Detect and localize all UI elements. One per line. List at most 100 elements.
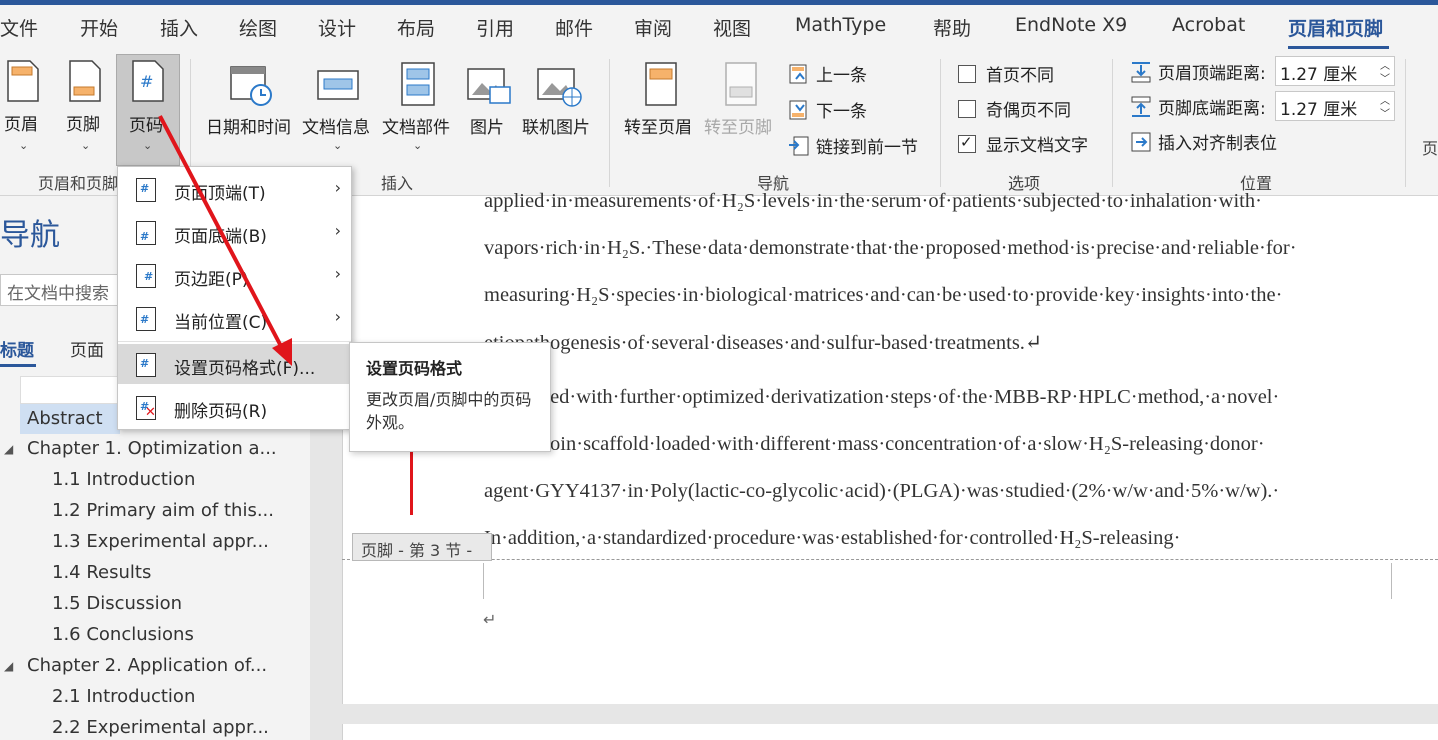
previous-button[interactable]: 上一条	[788, 61, 867, 86]
search-input[interactable]: 在文档中搜索	[0, 274, 120, 306]
chevron-down-icon: ⌄	[81, 139, 91, 152]
cut-off-group-label: 页	[1422, 139, 1438, 158]
doc-parts-icon	[401, 62, 435, 106]
collapse-triangle-icon[interactable]: ◢	[4, 442, 13, 456]
tab-mathtype[interactable]: MathType	[795, 14, 886, 36]
online-picture-button[interactable]: 联机图片	[520, 57, 596, 138]
blank-heading-slot	[20, 376, 122, 404]
next-document-page	[342, 724, 1438, 740]
tab-references[interactable]: 引用	[476, 14, 514, 41]
goto-footer-button[interactable]: 转至页脚	[702, 57, 780, 138]
menu-item-page-margins[interactable]: # 页边距(P) ›	[118, 255, 351, 295]
doc-parts-label: 文档部件	[382, 118, 450, 138]
group-label-header-footer: 页眉和页脚	[38, 174, 119, 193]
tab-header-footer[interactable]: 页眉和页脚	[1288, 14, 1383, 41]
headings-tab-underline	[0, 364, 36, 367]
margin-mark	[483, 563, 484, 599]
active-tab-underline	[1288, 46, 1389, 49]
nav-item-1-2[interactable]: 1.2 Primary aim of this...	[52, 500, 274, 521]
nav-item-1-3[interactable]: 1.3 Experimental appr...	[52, 531, 269, 552]
menu-item-label: 当前位置(C)	[174, 313, 268, 333]
online-picture-label: 联机图片	[522, 118, 590, 138]
nav-item-chapter2[interactable]: Chapter 2. Application of...	[27, 655, 267, 676]
page-number-dropdown-menu: # 页面顶端(T) › # 页面底端(B) › # 页边距(P) › # 当前位…	[117, 166, 352, 430]
nav-item-2-1[interactable]: 2.1 Introduction	[52, 686, 195, 707]
different-first-page-checkbox[interactable]: 首页不同	[958, 61, 1054, 86]
header-top-distance-label: 页眉顶端距离:	[1158, 64, 1266, 84]
arrow-up-icon	[789, 64, 807, 83]
menu-item-format-page-numbers[interactable]: # 设置页码格式(F)...	[118, 344, 351, 384]
doc-text-line: measuring·H₂S·species·in·biological·matr…	[484, 284, 1283, 306]
chevron-right-icon: ›	[334, 178, 341, 197]
menu-item-current-position[interactable]: # 当前位置(C) ›	[118, 298, 351, 338]
header-button[interactable]: 页眉 ⌄	[0, 57, 50, 157]
nav-item-chapter1[interactable]: Chapter 1. Optimization a...	[27, 438, 277, 459]
insert-alignment-tab-button[interactable]: 插入对齐制表位	[1130, 129, 1277, 154]
checkbox[interactable]	[958, 99, 976, 118]
footer-bottom-distance-input[interactable]: 1.27 厘米 ︿ ﹀	[1275, 91, 1395, 121]
tab-draw[interactable]: 绘图	[239, 14, 277, 41]
nav-item-1-6[interactable]: 1.6 Conclusions	[52, 624, 194, 645]
doc-parts-button[interactable]: 文档部件 ⌄	[380, 57, 456, 157]
nav-item-1-4[interactable]: 1.4 Results	[52, 562, 151, 583]
menu-item-bottom-of-page[interactable]: # 页面底端(B) ›	[118, 212, 351, 252]
header-top-distance-input[interactable]: 1.27 厘米 ︿ ﹀	[1275, 56, 1395, 86]
page-number-button[interactable]: # 页码 ⌄	[116, 54, 180, 166]
collapse-triangle-icon[interactable]: ◢	[4, 659, 13, 673]
date-time-button[interactable]: 日期和时间	[204, 57, 298, 138]
spin-down-icon[interactable]: ﹀	[1380, 70, 1390, 85]
checkbox[interactable]	[958, 64, 976, 83]
navigation-title: 导航	[0, 218, 60, 253]
doc-text-line: etiopathogenesis·of·several·diseases·and…	[484, 332, 1043, 354]
tab-acrobat[interactable]: Acrobat	[1172, 14, 1245, 36]
spin-down-icon[interactable]: ﹀	[1380, 105, 1390, 120]
tab-layout[interactable]: 布局	[397, 14, 435, 41]
menu-item-label: 页边距(P)	[174, 270, 249, 290]
date-time-label: 日期和时间	[206, 118, 291, 138]
tab-pages[interactable]: 页面	[70, 336, 104, 361]
chevron-right-icon: ›	[334, 264, 341, 283]
picture-button[interactable]: 图片	[462, 57, 516, 138]
doc-info-label: 文档信息	[302, 118, 370, 138]
next-button[interactable]: 下一条	[788, 97, 867, 122]
footer-button[interactable]: 页脚 ⌄	[62, 57, 112, 157]
doc-info-icon	[317, 70, 359, 100]
tab-view[interactable]: 视图	[713, 14, 751, 41]
tab-mailings[interactable]: 邮件	[555, 14, 593, 41]
link-to-previous-button[interactable]: 链接到前一节	[788, 133, 918, 158]
tab-review[interactable]: 审阅	[634, 14, 672, 41]
doc-text-line: In·addition,·a·standardized·procedure·wa…	[484, 527, 1181, 549]
tab-file[interactable]: 文件	[0, 14, 38, 41]
header-top-distance: 页眉顶端距离:	[1130, 59, 1266, 84]
chevron-down-icon: ⌄	[143, 139, 153, 152]
footer-section-tag: 页脚 - 第 3 节 -	[352, 533, 492, 561]
menu-item-label: 页面顶端(T)	[174, 184, 266, 204]
header-distance-icon	[1131, 61, 1151, 82]
menu-item-top-of-page[interactable]: # 页面顶端(T) ›	[118, 169, 351, 209]
nav-item-1-1[interactable]: 1.1 Introduction	[52, 469, 195, 490]
menu-item-label: 设置页码格式(F)...	[174, 359, 316, 379]
nav-item-1-5[interactable]: 1.5 Discussion	[52, 593, 182, 614]
tab-home[interactable]: 开始	[80, 14, 118, 41]
format-page-number-icon: #	[136, 353, 156, 377]
doc-info-button[interactable]: 文档信息 ⌄	[300, 57, 376, 157]
menu-divider	[118, 341, 351, 342]
footer-bottom-distance-label: 页脚底端距离:	[1158, 99, 1266, 119]
page-number-icon: #	[136, 178, 156, 202]
nav-item-abstract[interactable]: Abstract	[20, 404, 120, 434]
header-icon	[7, 60, 39, 102]
tab-headings[interactable]: 标题	[0, 336, 34, 361]
menu-item-remove-page-numbers[interactable]: # ✕ 删除页码(R)	[118, 387, 351, 427]
tab-help[interactable]: 帮助	[933, 14, 971, 41]
tab-insert[interactable]: 插入	[160, 14, 198, 41]
different-odd-even-checkbox[interactable]: 奇偶页不同	[958, 96, 1071, 121]
checkbox-checked[interactable]	[958, 133, 976, 153]
goto-header-button[interactable]: 转至页眉	[622, 57, 700, 138]
picture-icon	[467, 68, 511, 104]
nav-item-2-2[interactable]: 2.2 Experimental appr...	[52, 717, 269, 738]
doc-text-line: silk-fibroin·scaffold·loaded·with·differ…	[484, 433, 1265, 455]
show-document-text-checkbox[interactable]: 显示文档文字	[958, 131, 1088, 156]
chevron-right-icon: ›	[334, 307, 341, 326]
tab-design[interactable]: 设计	[318, 14, 356, 41]
tab-endnote[interactable]: EndNote X9	[1015, 14, 1127, 36]
